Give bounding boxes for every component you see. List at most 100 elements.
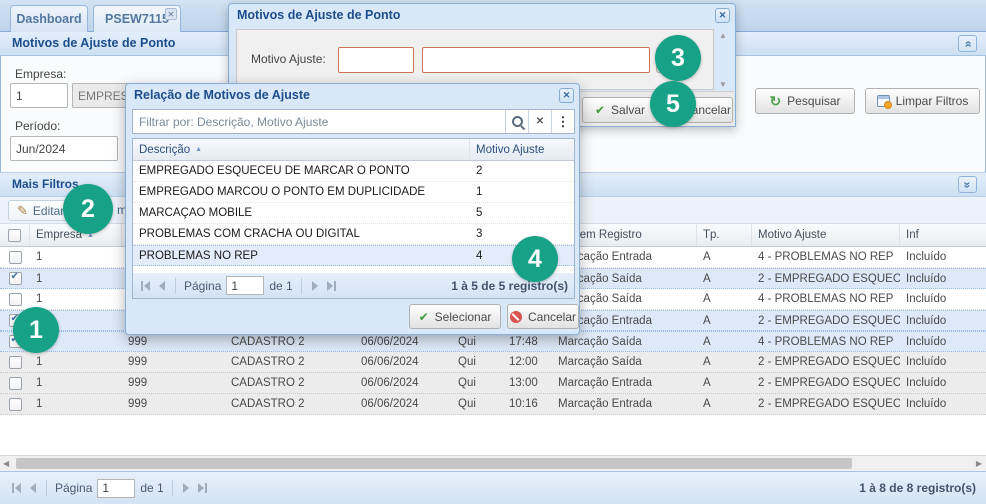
- salvar-button[interactable]: ✔ Salvar: [582, 97, 658, 123]
- scroll-left-icon[interactable]: ◀: [3, 459, 9, 468]
- grid-cell: 4 - PROBLEMAS NO REP: [752, 293, 900, 305]
- next-page-button[interactable]: [181, 481, 191, 495]
- clear-filters-icon: [877, 95, 890, 107]
- grid-cell: Qui: [452, 356, 503, 368]
- panel-collapse-button[interactable]: »: [958, 35, 977, 52]
- row-checkbox[interactable]: [9, 356, 22, 369]
- modal-cancelar-button[interactable]: Cancelar: [507, 304, 579, 329]
- limpar-filtros-button[interactable]: Limpar Filtros: [865, 88, 980, 114]
- scroll-up-icon[interactable]: ▲: [719, 31, 727, 40]
- grid-cell: 06/06/2024: [355, 336, 452, 348]
- modal-paging-bar: Página de 1 1 à 5 de 5 registro(s): [132, 273, 575, 299]
- modal-table-header: Descrição▲ Motivo Ajuste: [133, 139, 574, 161]
- selecionar-label: Selecionar: [435, 310, 492, 324]
- grid-cell: 2 - EMPREGADO ESQUEC...: [752, 377, 900, 389]
- grid-row[interactable]: 1 999 CADASTRO 2 06/06/2024 Qui 10:16 Ma…: [0, 394, 986, 415]
- motivo-code-input[interactable]: [338, 47, 414, 73]
- limpar-filtros-label: Limpar Filtros: [896, 94, 969, 108]
- modal-cell: 3: [470, 228, 574, 240]
- select-all-checkbox[interactable]: [8, 229, 21, 242]
- grid-cell: Marcação Saída: [552, 356, 697, 368]
- magnifier-icon: [510, 114, 525, 129]
- grid-cell: 999: [122, 356, 225, 368]
- row-checkbox[interactable]: [9, 251, 22, 264]
- select-all-cell: [0, 224, 30, 246]
- mais-filtros-expand-button[interactable]: »: [958, 176, 977, 193]
- grid-cell: 17:48: [503, 336, 552, 348]
- scroll-down-icon[interactable]: ▼: [719, 80, 727, 89]
- modal-records-status: 1 à 5 de 5 registro(s): [451, 279, 568, 293]
- red-cancel-icon: [510, 311, 522, 323]
- modal-page-of-label: de 1: [269, 279, 292, 293]
- grid-col-motivo[interactable]: Motivo Ajuste: [752, 224, 900, 246]
- motivo-description-input[interactable]: [422, 47, 650, 73]
- modal-table-row[interactable]: PROBLEMAS COM CRACHÁ OU DIGITAL 3: [133, 224, 574, 245]
- grid-cell: Incluído: [900, 377, 986, 389]
- empresa-code-input[interactable]: [10, 83, 68, 108]
- grid-cell: Qui: [452, 398, 503, 410]
- grid-cell: A: [697, 315, 752, 327]
- grid-row[interactable]: 1 999 CADASTRO 2 06/06/2024 Qui 13:00 Ma…: [0, 373, 986, 394]
- filter-search-button[interactable]: [505, 110, 528, 133]
- modal-col-descricao[interactable]: Descrição▲: [133, 139, 470, 160]
- grid-cell: 06/06/2024: [355, 356, 452, 368]
- modal-first-page-button[interactable]: [139, 279, 152, 293]
- filter-clear-button[interactable]: ✕: [528, 110, 551, 133]
- dialog-title: Motivos de Ajuste de Ponto: [229, 4, 735, 27]
- modal-filter-input[interactable]: [133, 110, 505, 133]
- last-page-button[interactable]: [196, 481, 209, 495]
- first-page-button[interactable]: [10, 481, 23, 495]
- modal-last-page-button[interactable]: [325, 279, 338, 293]
- modal-table-row[interactable]: EMPREGADO MARCOU O PONTO EM DUPLICIDADE …: [133, 182, 574, 203]
- row-checkbox[interactable]: [9, 398, 22, 411]
- modal-table-row[interactable]: PROBLEMAS NO REP 4: [133, 245, 574, 266]
- grid-col-tp[interactable]: Tp.: [697, 224, 752, 246]
- tab-close-icon[interactable]: ✕: [165, 8, 177, 20]
- tab-psew7115-label: PSEW7115: [105, 12, 169, 26]
- row-checkbox[interactable]: [9, 272, 22, 285]
- modal-prev-page-button[interactable]: [157, 279, 167, 293]
- prev-page-button[interactable]: [28, 481, 38, 495]
- grid-cell: CADASTRO 2: [225, 336, 355, 348]
- grid-cell: 4 - PROBLEMAS NO REP: [752, 251, 900, 263]
- grid-cell: Marcação Entrada: [552, 377, 697, 389]
- periodo-label: Período:: [15, 119, 60, 133]
- tab-dashboard[interactable]: Dashboard: [10, 5, 88, 32]
- modal-cell: MARCAÇÃO MOBILE: [133, 207, 470, 219]
- horizontal-scrollbar[interactable]: ◀ ▶: [0, 455, 986, 471]
- row-checkbox[interactable]: [9, 377, 22, 390]
- page-number-input[interactable]: [97, 479, 135, 498]
- tab-dashboard-label: Dashboard: [16, 12, 81, 26]
- salvar-label: Salvar: [611, 103, 645, 117]
- tab-psew7115[interactable]: PSEW7115 ✕: [93, 5, 181, 32]
- grid-cell: Qui: [452, 377, 503, 389]
- grid-cell: 2 - EMPREGADO ESQUEC...: [752, 315, 900, 327]
- selecionar-button[interactable]: ✔ Selecionar: [409, 304, 501, 329]
- grid-cell: 1: [30, 356, 122, 368]
- row-checkbox[interactable]: [9, 293, 22, 306]
- periodo-input[interactable]: [10, 136, 118, 161]
- empresa-label: Empresa:: [15, 67, 66, 81]
- grid-row[interactable]: 1 999 CADASTRO 2 06/06/2024 Qui 12:00 Ma…: [0, 352, 986, 373]
- grid-cell: A: [697, 293, 752, 305]
- dialog-scrollbar[interactable]: ▲ ▼: [717, 31, 730, 89]
- grid-col-inf[interactable]: Inf: [900, 224, 986, 246]
- dialog-close-icon[interactable]: ✕: [715, 8, 730, 23]
- grid-cell: Incluído: [900, 293, 986, 305]
- grid-cell: A: [697, 398, 752, 410]
- pesquisar-label: Pesquisar: [787, 94, 840, 108]
- modal-close-icon[interactable]: ✕: [559, 88, 574, 103]
- scroll-right-icon[interactable]: ▶: [976, 459, 982, 468]
- grid-cell: Incluído: [900, 398, 986, 410]
- filter-menu-button[interactable]: ⋮: [551, 110, 574, 133]
- modal-next-page-button[interactable]: [310, 279, 320, 293]
- modal-cell: PROBLEMAS COM CRACHÁ OU DIGITAL: [133, 228, 470, 240]
- modal-page-number-input[interactable]: [226, 276, 264, 295]
- pesquisar-button[interactable]: ↻ Pesquisar: [755, 88, 855, 114]
- scrollbar-thumb[interactable]: [16, 458, 852, 469]
- grid-cell: 1: [30, 377, 122, 389]
- grid-cell: 2 - EMPREGADO ESQUEC...: [752, 398, 900, 410]
- modal-table-row[interactable]: MARCAÇÃO MOBILE 5: [133, 203, 574, 224]
- modal-table-row[interactable]: EMPREGADO ESQUECEU DE MARCAR O PONTO 2: [133, 161, 574, 182]
- modal-col-motivo[interactable]: Motivo Ajuste: [470, 139, 574, 160]
